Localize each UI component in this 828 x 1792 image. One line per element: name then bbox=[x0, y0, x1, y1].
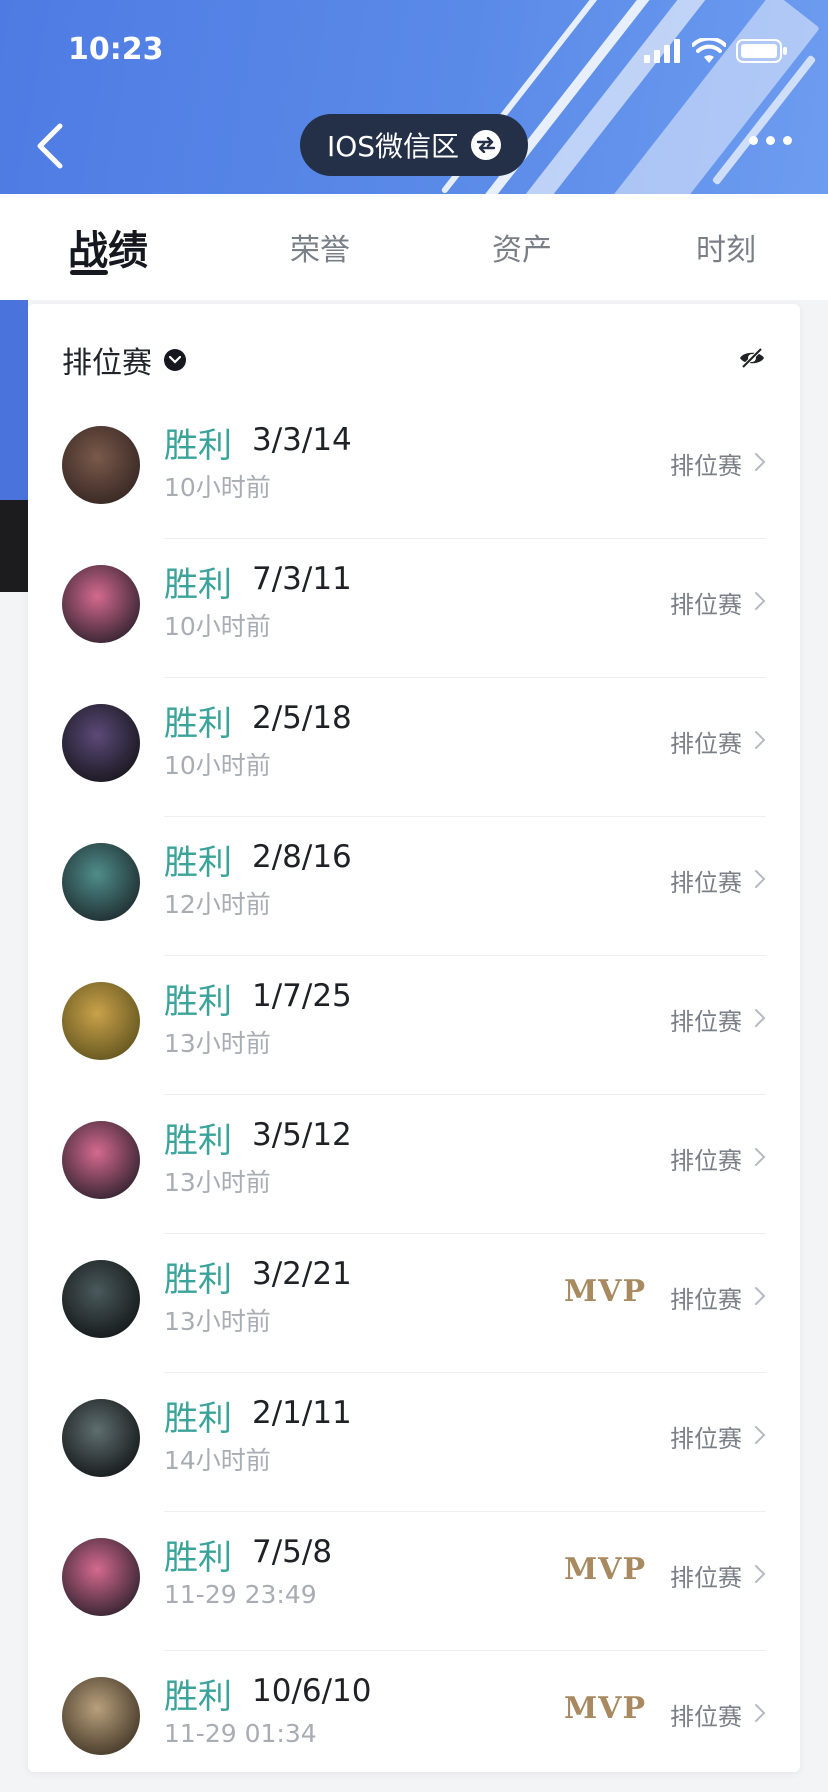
filter-row: 排位赛 bbox=[62, 338, 766, 382]
champion-avatar-icon bbox=[62, 1538, 140, 1616]
match-kda: 2/8/16 bbox=[252, 839, 352, 875]
match-row[interactable]: 胜利 7/3/11 10小时前 排位赛 bbox=[28, 539, 800, 678]
match-time: 10小时前 bbox=[164, 473, 271, 502]
region-label: IOS微信区 bbox=[326, 130, 460, 163]
champion-avatar-icon bbox=[62, 1121, 140, 1199]
match-mode: 排位赛 bbox=[670, 1564, 742, 1592]
match-list: 胜利 3/3/14 10小时前 排位赛 胜利 7/3/11 10小时前 排位赛 … bbox=[28, 400, 800, 1790]
match-mode: 排位赛 bbox=[670, 591, 742, 619]
match-row[interactable]: 胜利 10/6/10 11-29 01:34 MVP 排位赛 bbox=[28, 1651, 800, 1790]
hide-eye-icon[interactable] bbox=[738, 346, 766, 370]
champion-avatar-icon bbox=[62, 1399, 140, 1477]
match-time: 13小时前 bbox=[164, 1029, 271, 1058]
region-switch-button[interactable]: IOS微信区 bbox=[300, 114, 528, 176]
background-decoration bbox=[0, 300, 28, 520]
chevron-down-icon[interactable] bbox=[164, 349, 186, 371]
battery-icon bbox=[736, 39, 787, 63]
status-icons bbox=[644, 38, 788, 64]
match-kda: 1/7/25 bbox=[252, 978, 352, 1014]
match-kda: 3/3/14 bbox=[252, 422, 352, 458]
champion-avatar-icon bbox=[62, 704, 140, 782]
match-kda: 10/6/10 bbox=[252, 1673, 372, 1709]
match-mode: 排位赛 bbox=[670, 730, 742, 758]
match-row[interactable]: 胜利 1/7/25 13小时前 排位赛 bbox=[28, 956, 800, 1095]
tab-record[interactable]: 战绩 bbox=[52, 194, 164, 300]
match-row[interactable]: 胜利 3/5/12 13小时前 排位赛 bbox=[28, 1095, 800, 1234]
status-time: 10:23 bbox=[68, 32, 164, 67]
match-result: 胜利 bbox=[164, 1677, 232, 1717]
match-row[interactable]: 胜利 3/3/14 10小时前 排位赛 bbox=[28, 400, 800, 539]
match-mode: 排位赛 bbox=[670, 1425, 742, 1453]
match-time: 11-29 01:34 bbox=[164, 1719, 317, 1748]
match-result: 胜利 bbox=[164, 1399, 232, 1439]
tab-honor[interactable]: 荣誉 bbox=[270, 194, 370, 300]
chevron-right-icon bbox=[755, 1148, 766, 1166]
match-result: 胜利 bbox=[164, 1260, 232, 1300]
match-kda: 2/5/18 bbox=[252, 700, 352, 736]
match-time: 13小时前 bbox=[164, 1168, 271, 1197]
match-row[interactable]: 胜利 3/2/21 13小时前 MVP 排位赛 bbox=[28, 1234, 800, 1373]
chevron-right-icon bbox=[755, 592, 766, 610]
match-kda: 2/1/11 bbox=[252, 1395, 352, 1431]
match-time: 11-29 23:49 bbox=[164, 1580, 317, 1609]
tab-moments[interactable]: 时刻 bbox=[676, 194, 776, 300]
switch-icon bbox=[471, 130, 502, 160]
match-mode: 排位赛 bbox=[670, 1286, 742, 1314]
chevron-right-icon bbox=[755, 1565, 766, 1583]
mvp-badge: MVP bbox=[563, 1691, 646, 1726]
match-mode: 排位赛 bbox=[670, 1147, 742, 1175]
champion-avatar-icon bbox=[62, 843, 140, 921]
match-kda: 7/5/8 bbox=[252, 1534, 333, 1570]
signal-icon bbox=[644, 39, 680, 63]
match-mode: 排位赛 bbox=[670, 1008, 742, 1036]
champion-avatar-icon bbox=[62, 426, 140, 504]
chevron-right-icon bbox=[755, 1287, 766, 1305]
tab-assets[interactable]: 资产 bbox=[472, 194, 572, 300]
match-mode: 排位赛 bbox=[670, 869, 742, 897]
tab-bar: 战绩 荣誉 资产 时刻 bbox=[0, 194, 828, 300]
champion-avatar-icon bbox=[62, 1260, 140, 1338]
chevron-right-icon bbox=[755, 1704, 766, 1722]
match-history-card: 排位赛 胜利 3/3/14 10小时前 排位赛 胜利 7/3/11 10小时前 … bbox=[28, 304, 800, 1772]
champion-avatar-icon bbox=[62, 982, 140, 1060]
match-kda: 7/3/11 bbox=[252, 561, 352, 597]
match-kda: 3/2/21 bbox=[252, 1256, 352, 1292]
mvp-badge: MVP bbox=[563, 1274, 646, 1309]
chevron-right-icon bbox=[755, 870, 766, 888]
match-result: 胜利 bbox=[164, 704, 232, 744]
match-row[interactable]: 胜利 2/8/16 12小时前 排位赛 bbox=[28, 817, 800, 956]
chevron-right-icon bbox=[755, 1009, 766, 1027]
wifi-icon bbox=[692, 38, 726, 63]
match-result: 胜利 bbox=[164, 1121, 232, 1161]
mode-filter-label[interactable]: 排位赛 bbox=[62, 338, 152, 382]
tab-active-indicator bbox=[70, 270, 108, 275]
match-row[interactable]: 胜利 2/5/18 10小时前 排位赛 bbox=[28, 678, 800, 817]
match-result: 胜利 bbox=[164, 982, 232, 1022]
match-time: 13小时前 bbox=[164, 1307, 271, 1336]
match-row[interactable]: 胜利 2/1/11 14小时前 排位赛 bbox=[28, 1373, 800, 1512]
match-kda: 3/5/12 bbox=[252, 1117, 352, 1153]
match-result: 胜利 bbox=[164, 843, 232, 883]
chevron-right-icon bbox=[755, 731, 766, 749]
match-time: 10小时前 bbox=[164, 612, 271, 641]
mvp-badge: MVP bbox=[563, 1552, 646, 1587]
champion-avatar-icon bbox=[62, 565, 140, 643]
match-mode: 排位赛 bbox=[670, 1703, 742, 1731]
chevron-right-icon bbox=[755, 1426, 766, 1444]
match-result: 胜利 bbox=[164, 426, 232, 466]
match-time: 14小时前 bbox=[164, 1446, 271, 1475]
background-decoration bbox=[0, 500, 28, 592]
match-mode: 排位赛 bbox=[670, 452, 742, 480]
back-icon[interactable] bbox=[30, 118, 74, 174]
header-bar: 10:23 IOS微信区 bbox=[0, 0, 828, 194]
match-result: 胜利 bbox=[164, 565, 232, 605]
champion-avatar-icon bbox=[62, 1677, 140, 1755]
more-icon[interactable] bbox=[749, 136, 792, 145]
match-time: 12小时前 bbox=[164, 890, 271, 919]
chevron-right-icon bbox=[755, 453, 766, 471]
match-row[interactable]: 胜利 7/5/8 11-29 23:49 MVP 排位赛 bbox=[28, 1512, 800, 1651]
match-time: 10小时前 bbox=[164, 751, 271, 780]
match-result: 胜利 bbox=[164, 1538, 232, 1578]
